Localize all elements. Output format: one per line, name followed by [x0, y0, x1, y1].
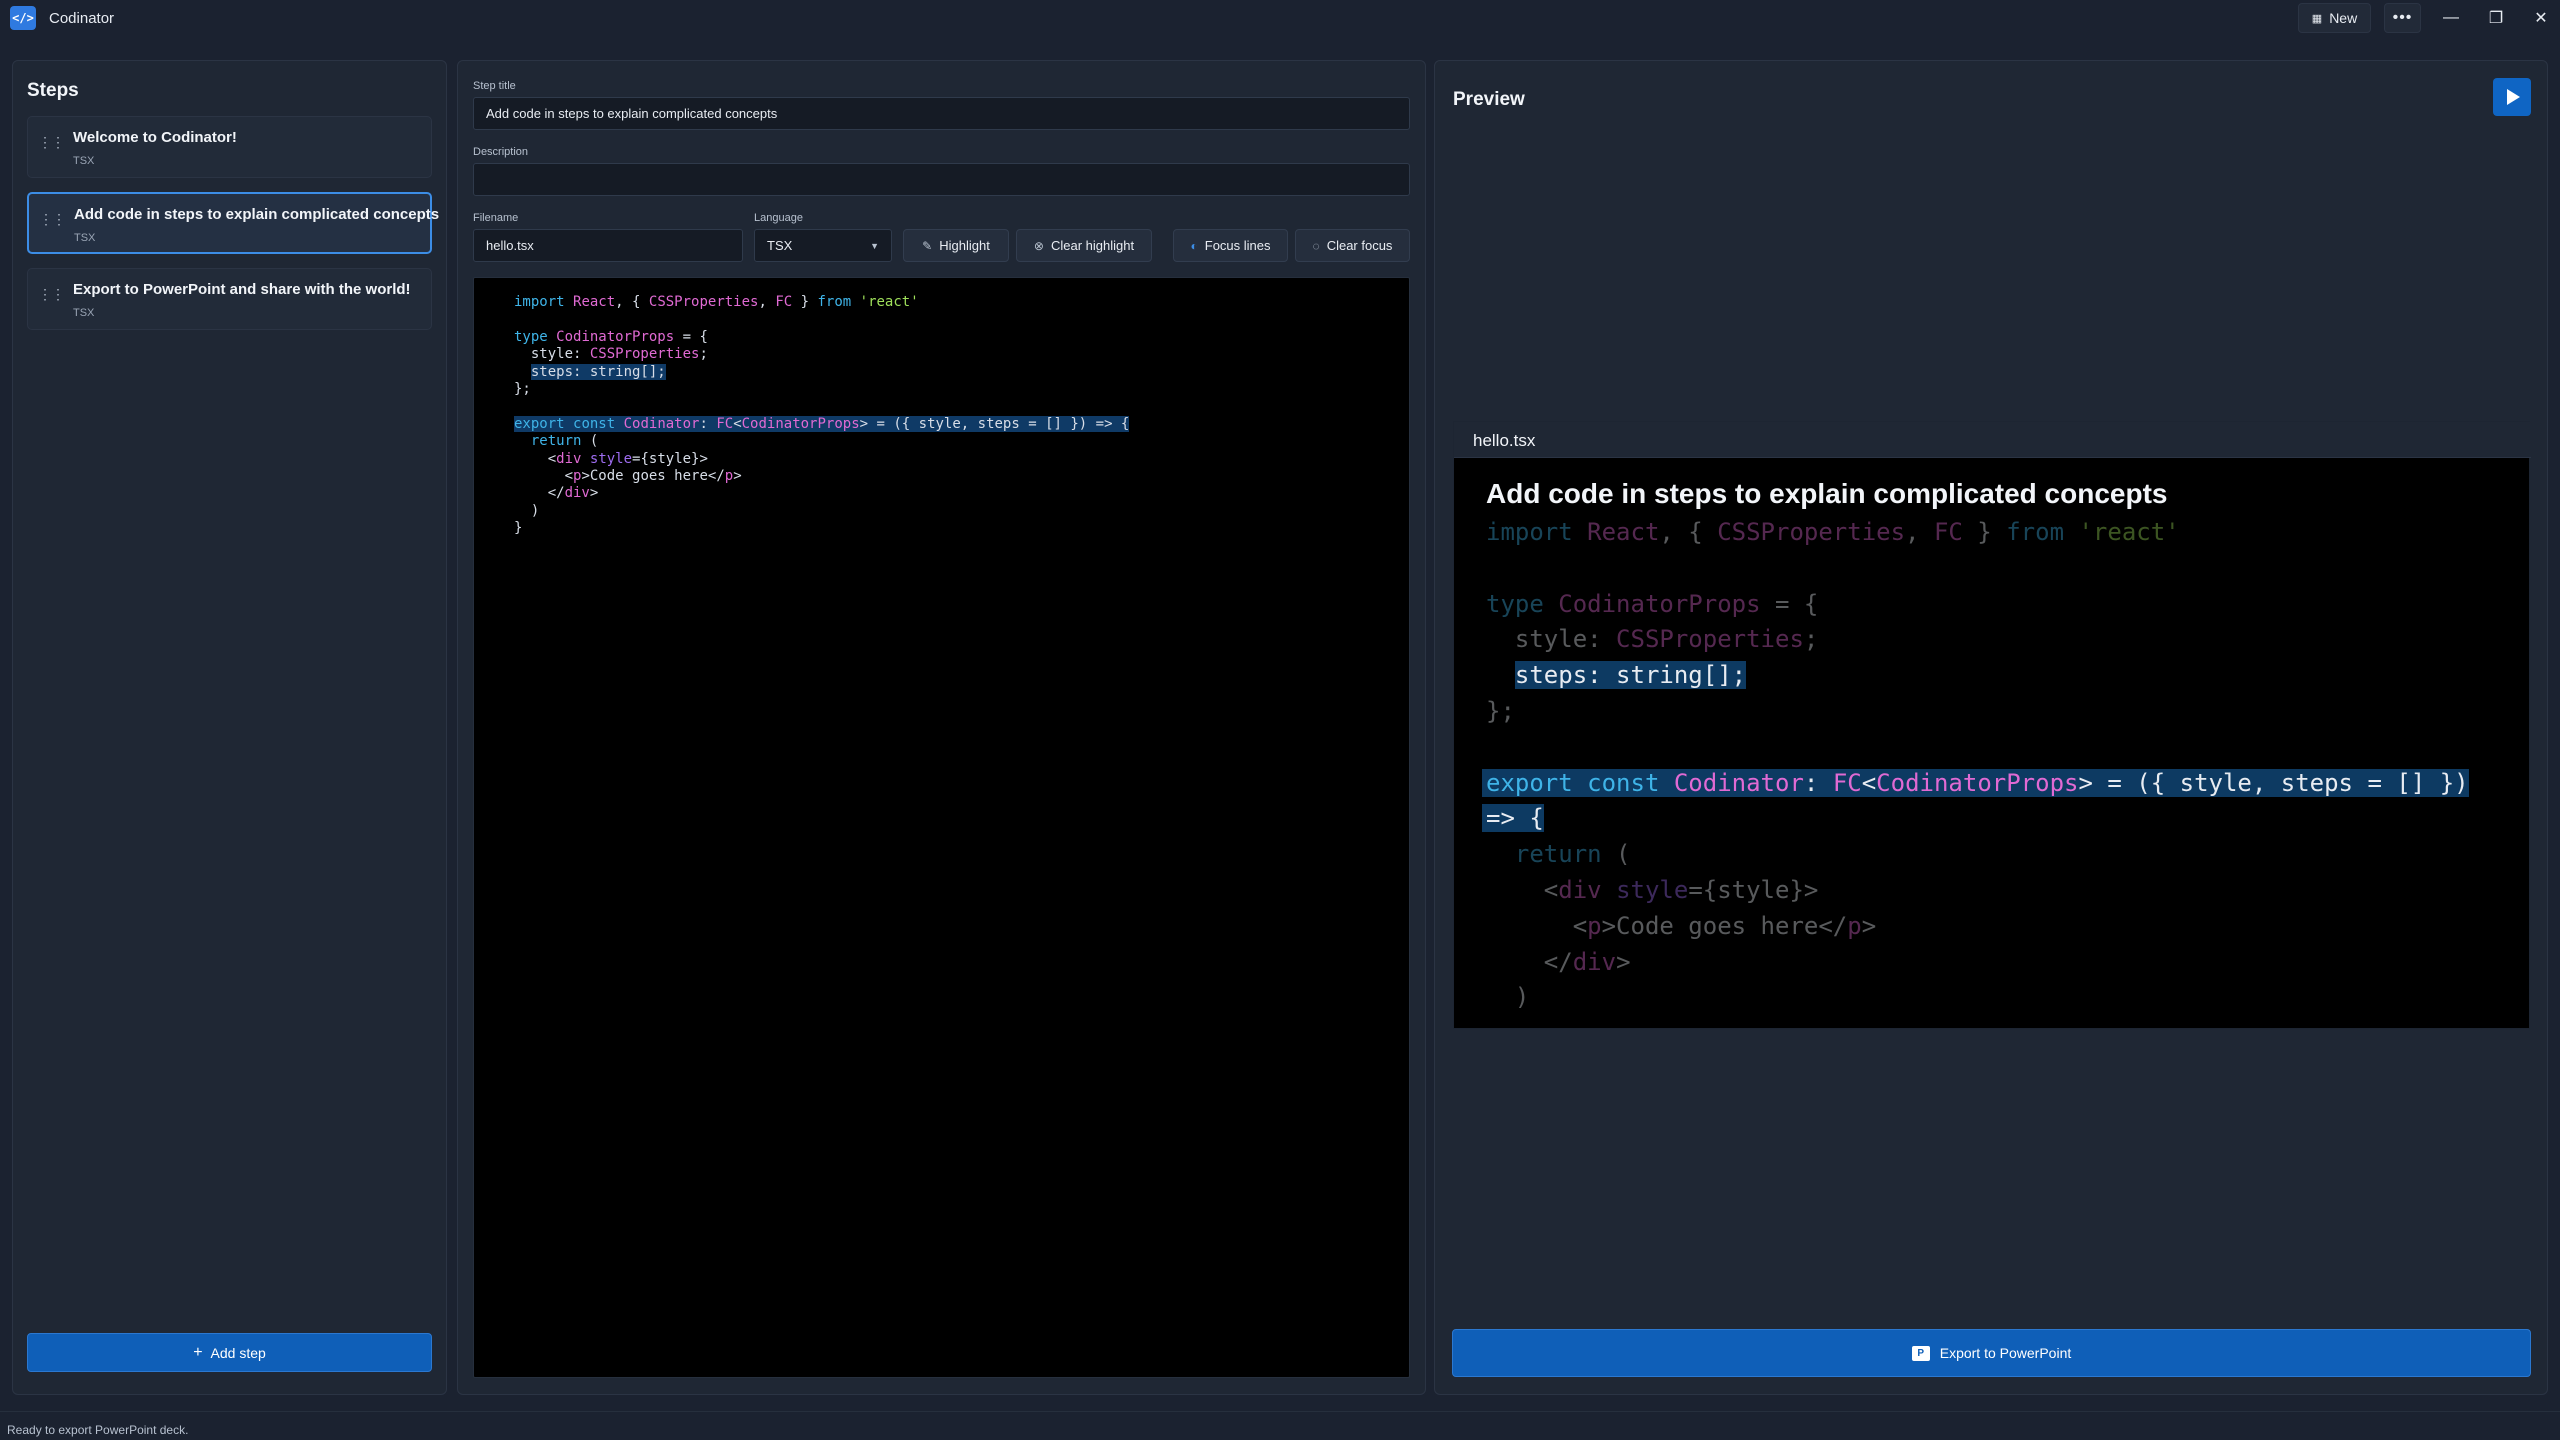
- grid-icon: ▦: [2311, 12, 2323, 25]
- step-item-3[interactable]: ⋮⋮ Export to PowerPoint and share with t…: [27, 268, 432, 330]
- clear-highlight-button[interactable]: ⊗ Clear highlight: [1016, 229, 1152, 262]
- step-language: TSX: [73, 307, 95, 319]
- minimize-button[interactable]: —: [2431, 4, 2471, 32]
- chevron-down-icon: ▼: [870, 240, 879, 251]
- step-language: TSX: [74, 232, 96, 244]
- close-button[interactable]: ✕: [2521, 4, 2560, 32]
- clear-highlight-label: Clear highlight: [1050, 238, 1135, 253]
- preview-heading: Preview: [1453, 89, 1525, 110]
- add-step-button[interactable]: + Add step: [27, 1333, 432, 1372]
- code-editor[interactable]: import React, { CSSProperties, FC } from…: [473, 277, 1410, 1378]
- new-button[interactable]: ▦ New: [2298, 3, 2371, 33]
- code-app-icon: </>: [10, 6, 36, 30]
- drag-handle-icon[interactable]: ⋮⋮: [38, 135, 65, 149]
- step-title-label: Step title: [473, 80, 516, 92]
- preview-panel: Preview hello.tsx Add code in steps to e…: [1434, 60, 2548, 1395]
- language-select[interactable]: TSX ▼: [754, 229, 892, 262]
- language-value: TSX: [767, 238, 793, 253]
- new-button-label: New: [2329, 10, 2358, 26]
- filename-input[interactable]: hello.tsx: [473, 229, 743, 262]
- preview-slide: hello.tsx Add code in steps to explain c…: [1453, 421, 2531, 1029]
- restore-button[interactable]: ❐: [2476, 4, 2516, 32]
- slide-code: import React, { CSSProperties, FC } from…: [1482, 515, 2469, 1016]
- step-item-1[interactable]: ⋮⋮ Welcome to Codinator! TSX: [27, 116, 432, 178]
- add-step-label: Add step: [210, 1344, 266, 1361]
- export-powerpoint-button[interactable]: P Export to PowerPoint: [1452, 1329, 2531, 1377]
- clear-circle-icon: ⊗: [1033, 238, 1044, 253]
- description-label: Description: [473, 146, 529, 158]
- clear-focus-label: Clear focus: [1326, 238, 1393, 253]
- step-title: Export to PowerPoint and share with the …: [73, 281, 411, 298]
- powerpoint-icon: P: [1911, 1345, 1930, 1361]
- highlight-button[interactable]: ✎ Highlight: [903, 229, 1009, 262]
- steps-panel: Steps ⋮⋮ Welcome to Codinator! TSX ⋮⋮ Ad…: [12, 60, 447, 1395]
- export-label: Export to PowerPoint: [1939, 1345, 2072, 1361]
- file-tab-label: hello.tsx: [1473, 431, 1536, 450]
- code-text[interactable]: import React, { CSSProperties, FC } from…: [514, 294, 1130, 538]
- status-text: Ready to export PowerPoint deck.: [7, 1423, 189, 1437]
- clear-focus-button[interactable]: ◌ Clear focus: [1295, 229, 1410, 262]
- drag-handle-icon[interactable]: ⋮⋮: [38, 287, 65, 301]
- step-item-2[interactable]: ⋮⋮ Add code in steps to explain complica…: [27, 192, 439, 254]
- status-bar: Ready to export PowerPoint deck.: [0, 1411, 2560, 1440]
- more-options-button[interactable]: •••: [2384, 3, 2421, 33]
- step-title: Welcome to Codinator!: [73, 129, 237, 146]
- step-title-input[interactable]: Add code in steps to explain complicated…: [473, 97, 1410, 130]
- slide-title: Add code in steps to explain complicated…: [1486, 478, 2168, 509]
- editor-panel: Step title Add code in steps to explain …: [457, 60, 1426, 1395]
- file-tab: hello.tsx: [1454, 422, 2531, 458]
- app-title: Codinator: [49, 10, 115, 27]
- highlight-label: Highlight: [939, 238, 990, 253]
- focus-lines-button[interactable]: ◐ Focus lines: [1173, 229, 1288, 262]
- clear-focus-icon: ◌: [1312, 238, 1320, 253]
- filename-label: Filename: [473, 212, 519, 224]
- play-icon: [2507, 89, 2520, 105]
- drag-handle-icon[interactable]: ⋮⋮: [39, 212, 66, 226]
- step-title: Add code in steps to explain complicated…: [74, 206, 440, 223]
- focus-lines-label: Focus lines: [1204, 238, 1271, 253]
- play-button[interactable]: [2493, 78, 2531, 116]
- step-language: TSX: [73, 155, 95, 167]
- highlighter-icon: ✎: [922, 238, 933, 253]
- plus-icon: +: [193, 1343, 203, 1361]
- title-bar: </> Codinator ▦ New ••• — ❐ ✕: [0, 0, 2560, 36]
- focus-icon: ◐: [1190, 238, 1198, 253]
- language-label: Language: [754, 212, 803, 224]
- steps-heading: Steps: [27, 80, 79, 101]
- description-input[interactable]: [473, 163, 1410, 196]
